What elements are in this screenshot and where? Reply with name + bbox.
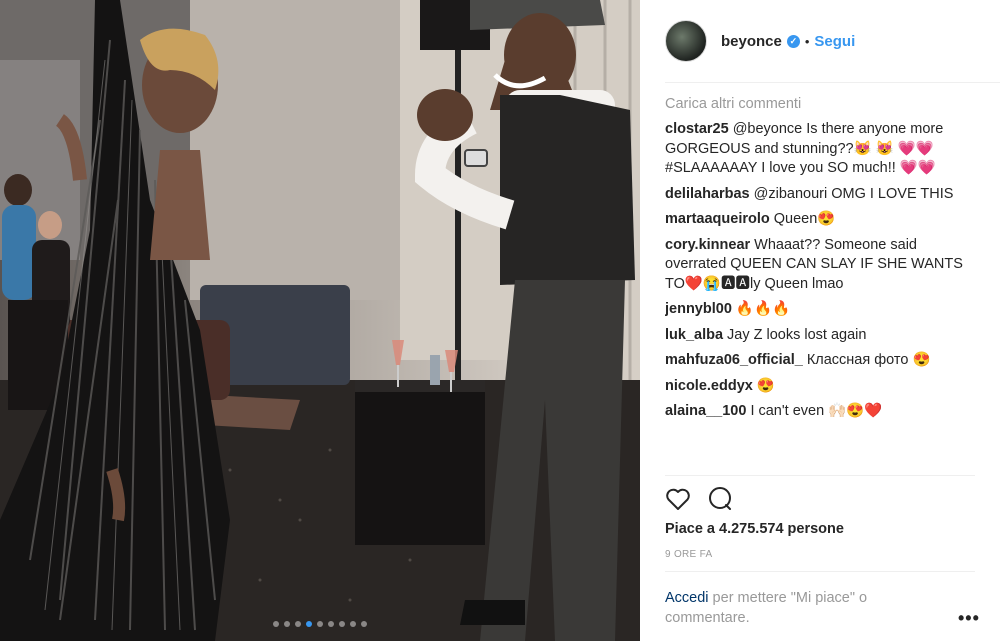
divider [665,571,975,572]
carousel-dot[interactable] [306,621,312,627]
comment-text: @zibanouri OMG I LOVE THIS [753,185,954,202]
comment-item: martaaqueirolo Queen😍 [665,210,975,230]
comment-text: 🔥🔥🔥 [735,301,791,317]
comment-list: Carica altri commenti clostar25 @beyonce … [665,96,975,474]
comment-item: clostar25 @beyonce Is there anyone more G… [665,120,975,179]
carousel-dot[interactable] [317,621,323,627]
action-bar [665,487,733,511]
comment-username[interactable]: clostar25 [665,121,729,137]
author-username[interactable]: beyonce [721,33,782,50]
carousel-dot[interactable] [273,621,279,627]
comment-item: alaina__100 I can't even 🙌🏻😍❤️ [665,402,975,422]
comment-username[interactable]: mahfuza06_official_ [665,352,803,368]
post-header: beyonce ✓ • Segui [665,0,1000,83]
comment-username[interactable]: luk_alba [665,327,723,343]
comment-item: delilaharbas @zibanouri OMG I LOVE THIS [665,185,975,205]
comment-username[interactable]: cory.kinnear [665,237,750,253]
login-prompt: Accedi per mettere "Mi piace" o commenta… [665,588,915,628]
likes-count[interactable]: Piace a 4.275.574 persone [665,521,844,537]
comment-text: 😍 [756,377,775,394]
photo-illustration [0,0,640,641]
separator: • [804,33,810,49]
post-timestamp: 9 ORE FA [665,549,713,560]
more-options-icon[interactable]: ••• [958,608,980,629]
heart-icon[interactable] [665,487,691,511]
comment-username[interactable]: martaaqueirolo [665,211,770,227]
carousel-dot[interactable] [350,621,356,627]
carousel-dot[interactable] [295,621,301,627]
comment-icon[interactable] [707,487,733,511]
verified-badge-icon: ✓ [786,34,800,48]
comment-text: I can't even 🙌🏻😍❤️ [750,403,883,419]
comment-text: Классная фото 😍 [806,352,931,368]
load-more-comments[interactable]: Carica altri commenti [665,96,975,112]
post-photo[interactable] [0,0,640,641]
comment-item: mahfuza06_official_ Классная фото 😍 [665,351,975,371]
carousel-dot[interactable] [361,621,367,627]
comment-username[interactable]: nicole.eddyx [665,378,753,394]
comment-text: Jay Z looks lost again [727,326,867,343]
avatar[interactable] [665,20,707,62]
post-sidebar: beyonce ✓ • Segui Carica altri commenti … [640,0,1000,641]
carousel-dot[interactable] [339,621,345,627]
comment-username[interactable]: delilaharbas [665,186,750,202]
carousel-dot[interactable] [284,621,290,627]
carousel-dot[interactable] [328,621,334,627]
carousel-indicator [0,621,640,627]
login-link[interactable]: Accedi [665,590,709,606]
follow-button[interactable]: Segui [814,33,855,50]
comment-item: nicole.eddyx 😍 [665,377,975,397]
divider [665,475,975,476]
comment-item: cory.kinnear Whaaat?? Someone said overra… [665,236,975,295]
comment-username[interactable]: alaina__100 [665,403,746,419]
comment-username[interactable]: jennybl00 [665,301,732,317]
comment-item: jennybl00 🔥🔥🔥 [665,300,975,320]
comment-text: Queen😍 [773,211,836,227]
comment-item: luk_alba Jay Z looks lost again [665,326,975,346]
